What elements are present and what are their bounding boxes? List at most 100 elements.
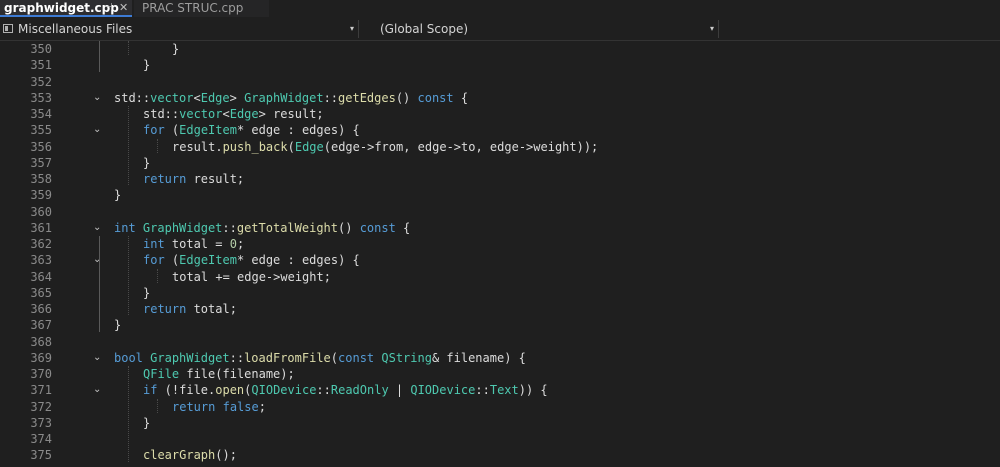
- code-text: total += edge->weight;: [172, 269, 331, 285]
- code-token: loadFromFile: [244, 350, 331, 365]
- code-line[interactable]: 363 ⌄ for (EdgeItem* edge : edges) {: [0, 252, 1000, 268]
- code-token: GraphWidget: [142, 220, 223, 235]
- code-token: return: [143, 302, 187, 316]
- fold-chevron-icon[interactable]: ⌄: [93, 122, 101, 138]
- line-number: 357: [30, 155, 52, 170]
- line-number: 364: [30, 269, 52, 284]
- code-editor[interactable]: 350} 351} 352 353 ⌄ std::vector<Edge> GraphWi…: [0, 41, 1000, 467]
- scope-dropdown[interactable]: (Global Scope) ▾: [362, 20, 719, 38]
- code-line[interactable]: 367}: [0, 317, 1000, 333]
- code-line[interactable]: 364 total += edge->weight;: [0, 269, 1000, 285]
- code-token: if: [143, 383, 158, 398]
- code-token: <: [222, 107, 230, 121]
- code-token: }: [114, 188, 122, 203]
- code-token: {: [453, 90, 469, 105]
- code-token: total;: [186, 302, 237, 316]
- code-text: std::vector<Edge> GraphWidget::getEdges(…: [114, 90, 468, 106]
- tab-strip: graphwidget.cpp ⊣ ✕ PRAC STRUC.cpp: [0, 0, 1000, 17]
- code-text: result.push_back(Edge(edge->from, edge->…: [172, 139, 598, 155]
- code-line[interactable]: 350}: [0, 41, 1000, 57]
- code-line[interactable]: 360: [0, 204, 1000, 220]
- fold-chevron-icon[interactable]: ⌄: [93, 350, 101, 366]
- code-line[interactable]: 355 ⌄ for (EdgeItem* edge : edges) {: [0, 122, 1000, 138]
- code-line[interactable]: 358 return result;: [0, 171, 1000, 187]
- code-text: for (EdgeItem* edge : edges) {: [143, 122, 360, 138]
- code-token: total += edge->weight;: [172, 269, 331, 284]
- tab-graphwidget-cpp[interactable]: graphwidget.cpp ⊣ ✕: [0, 0, 132, 17]
- code-token: QFile: [143, 367, 180, 381]
- code-token: (edge->from, edge->to, edge->weight));: [323, 139, 599, 154]
- code-token: result.: [172, 139, 223, 154]
- code-line[interactable]: 356 result.push_back(Edge(edge->from, edg…: [0, 139, 1000, 155]
- line-number: 361: [30, 220, 52, 235]
- code-line[interactable]: 354 std::vector<Edge> result;: [0, 106, 1000, 122]
- code-token: GraphWidget: [150, 350, 230, 365]
- code-token: clearGraph: [143, 448, 216, 463]
- project-dropdown[interactable]: Miscellaneous Files ▾: [0, 20, 359, 38]
- pin-icon[interactable]: ⊣: [104, 0, 113, 16]
- tab-prac-struc-cpp[interactable]: PRAC STRUC.cpp: [134, 0, 269, 17]
- line-number: 367: [30, 318, 52, 333]
- code-line[interactable]: 368: [0, 334, 1000, 350]
- code-line[interactable]: 373}: [0, 415, 1000, 431]
- code-text: QFile file(filename);: [143, 366, 295, 382]
- indent-guide: [99, 41, 100, 72]
- code-line[interactable]: 369 ⌄ bool GraphWidget::loadFromFile(const…: [0, 350, 1000, 366]
- code-token: return: [143, 172, 187, 186]
- code-token: const: [417, 90, 454, 105]
- code-token: ::: [316, 383, 331, 398]
- code-token: EdgeItem: [179, 253, 237, 268]
- code-line[interactable]: 374: [0, 431, 1000, 447]
- code-line[interactable]: 353 ⌄ std::vector<Edge> GraphWidget::getEd…: [0, 90, 1000, 106]
- code-token: (): [338, 220, 360, 235]
- scope-dropdown-label: (Global Scope): [380, 22, 469, 36]
- code-token: int: [114, 220, 136, 235]
- fold-chevron-icon[interactable]: ⌄: [93, 220, 101, 236]
- code-token: (: [164, 123, 180, 138]
- fold-chevron-icon[interactable]: ⌄: [93, 382, 101, 398]
- code-line[interactable]: 375 clearGraph();: [0, 447, 1000, 463]
- code-token: }: [143, 285, 151, 300]
- project-icon: [3, 24, 13, 33]
- close-icon[interactable]: ✕: [119, 0, 128, 16]
- fold-chevron-icon[interactable]: ⌄: [93, 252, 101, 268]
- code-line[interactable]: 362 int total = 0;: [0, 236, 1000, 252]
- code-token: getTotalWeight: [236, 220, 339, 235]
- code-line[interactable]: 351}: [0, 57, 1000, 73]
- code-token: )) {: [518, 383, 548, 398]
- code-line[interactable]: 359}: [0, 187, 1000, 203]
- code-line[interactable]: 370 QFile file(filename);: [0, 366, 1000, 382]
- fold-chevron-icon[interactable]: ⌄: [93, 90, 101, 106]
- code-line[interactable]: 365}: [0, 285, 1000, 301]
- indent-guide: [128, 41, 129, 56]
- line-number: 362: [30, 237, 52, 251]
- line-number: 366: [30, 302, 52, 316]
- indent-guide: [128, 366, 129, 462]
- line-number: 373: [30, 415, 52, 430]
- code-line[interactable]: 366 return total;: [0, 301, 1000, 317]
- code-token: }: [172, 42, 180, 56]
- code-line[interactable]: 357}: [0, 155, 1000, 171]
- active-tab-indicator: [0, 15, 132, 17]
- line-number: 359: [30, 188, 52, 203]
- code-token: false: [222, 399, 259, 414]
- code-token: QIODevice: [251, 383, 317, 398]
- indent-guide: [128, 106, 129, 186]
- code-text: return result;: [143, 171, 244, 187]
- code-text: return false;: [172, 399, 266, 415]
- code-token: EdgeItem: [179, 123, 237, 138]
- code-token: std::: [114, 90, 151, 105]
- code-token: ;: [236, 237, 245, 251]
- code-line[interactable]: 371 ⌄ if (!file.open(QIODevice::ReadOnly |…: [0, 382, 1000, 398]
- code-token: (!file.: [157, 383, 216, 398]
- line-number: 363: [30, 253, 52, 268]
- code-line[interactable]: 372 return false;: [0, 399, 1000, 415]
- code-token: getEdges: [338, 90, 396, 105]
- code-token: std::: [143, 107, 180, 121]
- code-text: }: [172, 41, 179, 57]
- code-text: for (EdgeItem* edge : edges) {: [143, 252, 360, 268]
- code-line[interactable]: 352: [0, 74, 1000, 90]
- code-line[interactable]: 361 ⌄ int GraphWidget::getTotalWeight() co…: [0, 220, 1000, 236]
- code-token: * edge : edges) {: [236, 123, 360, 138]
